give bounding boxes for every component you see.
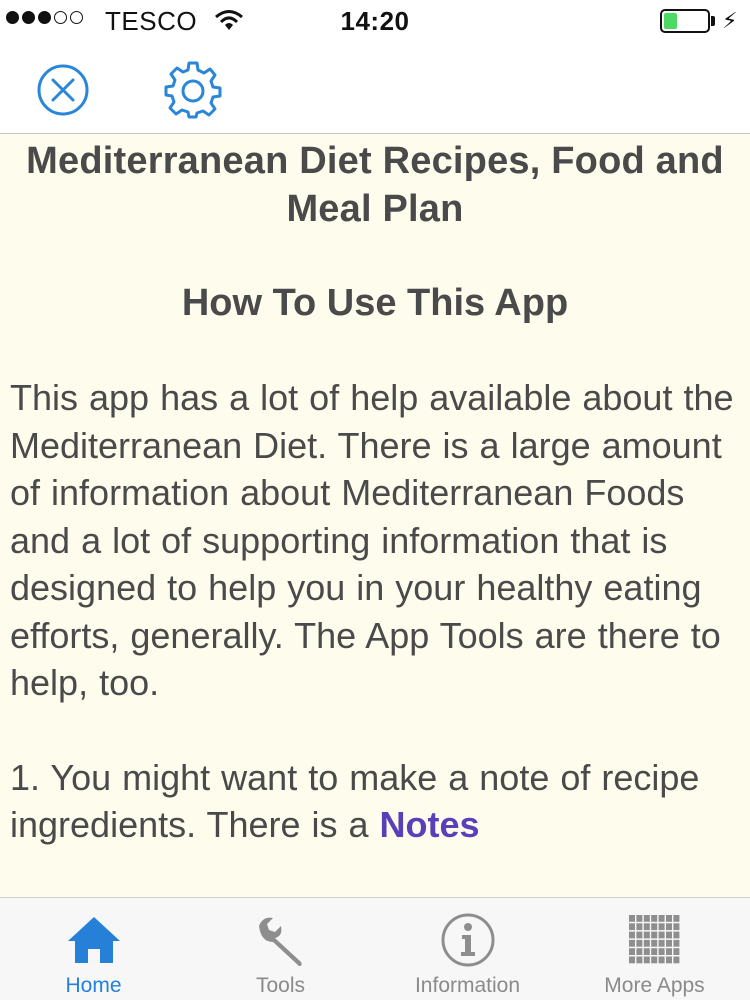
info-icon	[441, 913, 494, 967]
gear-icon	[164, 61, 222, 119]
charging-bolt-icon: ⚡	[722, 8, 738, 33]
status-bar: TESCO 14:20 ⚡	[0, 0, 750, 42]
close-button[interactable]	[33, 60, 93, 120]
close-circle-icon	[37, 64, 89, 116]
content-area[interactable]: Mediterranean Diet Recipes, Food and Mea…	[0, 135, 750, 897]
tab-tools[interactable]: Tools	[187, 898, 374, 1000]
settings-button[interactable]	[163, 60, 223, 120]
step-paragraph: 1. You might want to make a note of reci…	[0, 754, 750, 849]
page-title: Mediterranean Diet Recipes, Food and Mea…	[26, 140, 724, 230]
tab-home-label: Home	[65, 974, 122, 997]
home-icon	[67, 917, 120, 963]
battery-icon	[660, 9, 710, 33]
tab-information[interactable]: Information	[374, 898, 561, 1000]
step-text: 1. You might want to make a note of reci…	[10, 756, 700, 846]
wrench-icon	[258, 917, 302, 966]
tab-information-label: Information	[414, 974, 521, 997]
tab-home[interactable]: Home	[0, 898, 187, 1000]
tab-more-apps-label: More Apps	[604, 974, 705, 997]
intro-paragraph: This app has a lot of help available abo…	[10, 377, 734, 703]
status-time: 14:20	[340, 6, 410, 36]
section-heading: How To Use This App	[181, 282, 569, 324]
tab-tools-label: Tools	[255, 974, 306, 997]
battery-tip	[711, 16, 715, 26]
notes-link[interactable]: Notes	[380, 804, 480, 845]
tab-bar: Home Tools Information More Apps	[0, 897, 750, 1000]
tab-more-apps[interactable]: More Apps	[561, 898, 748, 1000]
grid-icon	[628, 915, 679, 964]
top-toolbar	[0, 42, 750, 134]
